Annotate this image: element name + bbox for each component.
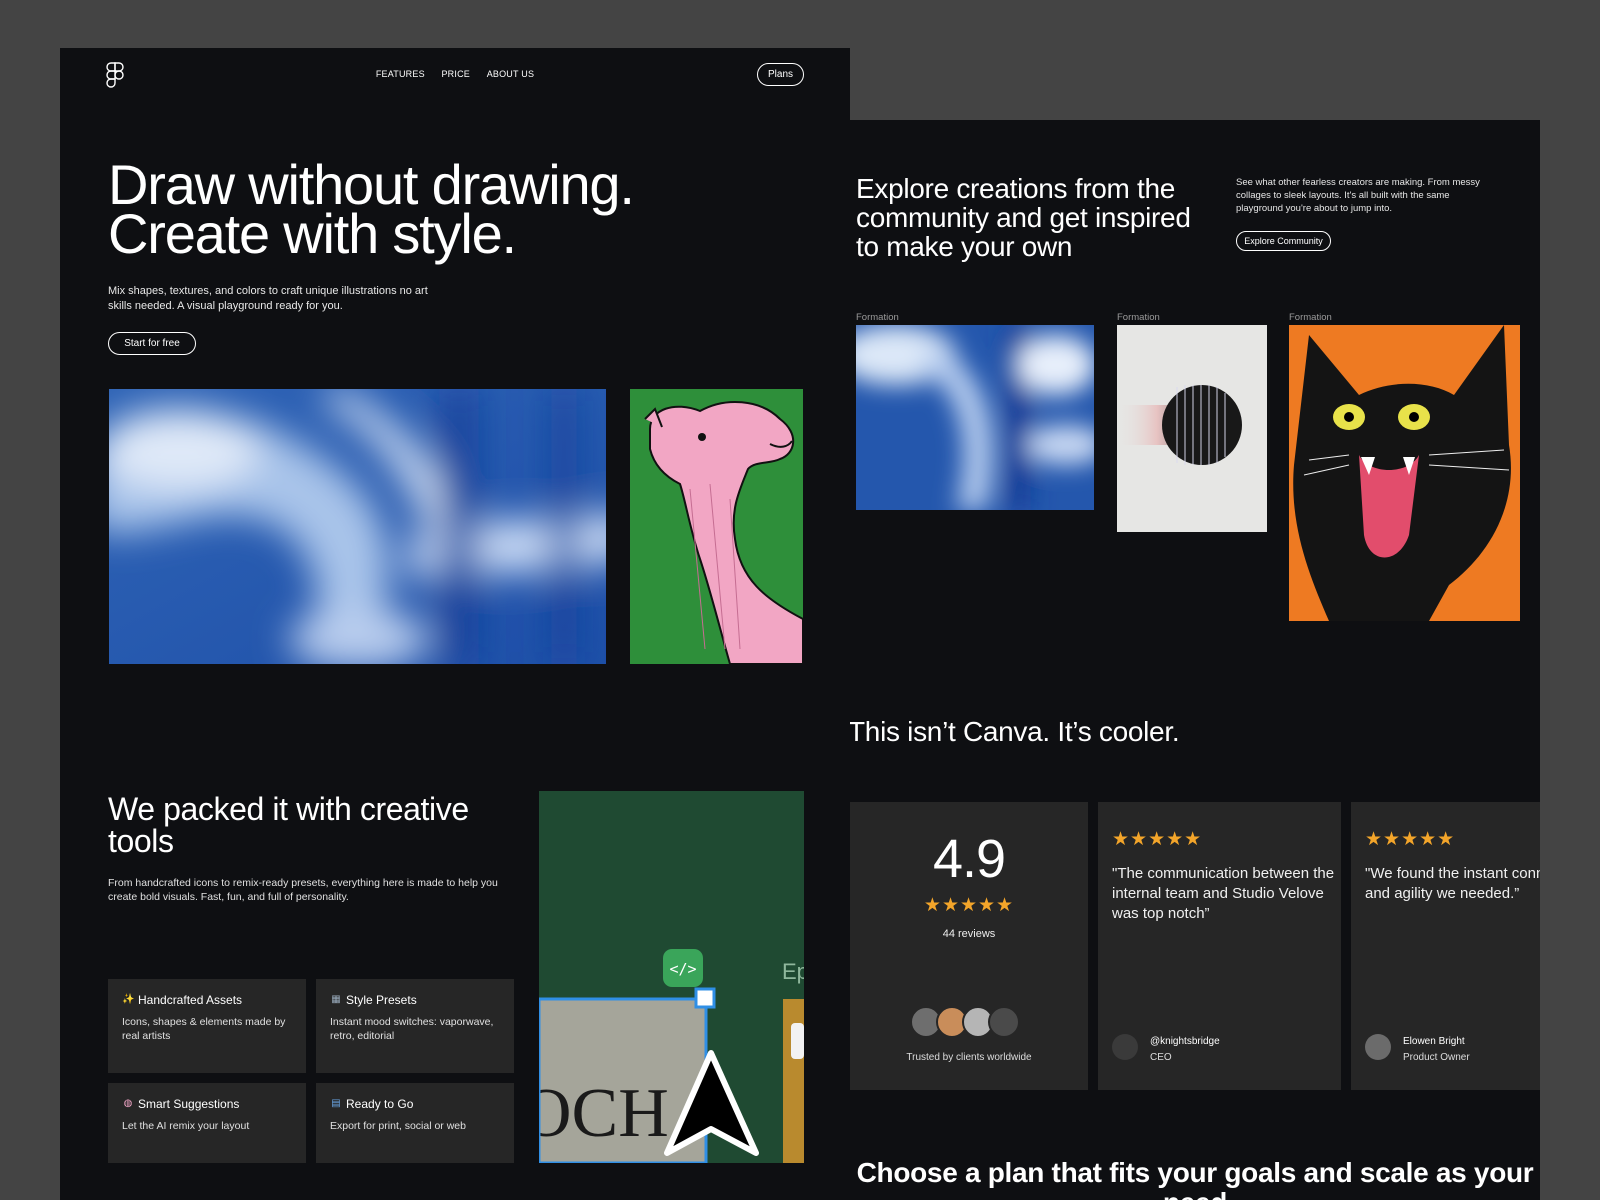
- demo-poster-text: OCH: [539, 1075, 669, 1152]
- demo-edge-text: Ep: [782, 959, 804, 984]
- feature-card-handcrafted-assets: ✨ Handcrafted Assets Icons, shapes & elem…: [108, 979, 306, 1073]
- rating-summary-card: 4.9 ★★★★★ 44 reviews Trusted by clients …: [850, 802, 1088, 1090]
- hero-title-line2: Create with style.: [108, 202, 517, 265]
- feature-title: Handcrafted Assets: [138, 993, 243, 1007]
- start-for-free-button[interactable]: Start for free: [108, 332, 196, 355]
- brain-icon: ◍: [123, 1098, 133, 1109]
- grid-icon: ▦: [331, 994, 341, 1005]
- gallery-abstract-blue-image[interactable]: [856, 325, 1094, 510]
- gallery-caption: Formation: [1289, 312, 1332, 323]
- feature-card-smart-suggestions: ◍ Smart Suggestions Let the AI remix your…: [108, 1083, 306, 1163]
- feature-description: Let the AI remix your layout: [122, 1120, 250, 1132]
- inbox-tray-icon: ▤: [331, 1098, 341, 1109]
- code-icon: </>: [669, 960, 696, 978]
- review-quote: "The communication between the internal …: [1112, 865, 1335, 922]
- avatar: [988, 1006, 1020, 1038]
- pricing-section-title: Choose a plan that fits your goals and s…: [856, 1157, 1534, 1200]
- packed-title: We packed it with creative tools: [108, 791, 469, 859]
- gallery-caption: Formation: [856, 312, 899, 323]
- review-card: ★★★★★ "The communication between the int…: [1098, 802, 1341, 1090]
- nav-features[interactable]: FEATURES: [376, 69, 425, 79]
- feature-card-style-presets: ▦ Style Presets Instant mood switches: va…: [316, 979, 514, 1073]
- star-rating-icon: ★★★★★: [923, 895, 1015, 916]
- review-card: ★★★★★ "We found the instant connection a…: [1351, 802, 1540, 1090]
- avatar: [1365, 1034, 1391, 1060]
- feature-card-ready-to-go: ▤ Ready to Go Export for print, social or…: [316, 1083, 514, 1163]
- gallery-caption: Formation: [1117, 312, 1160, 323]
- nav-price[interactable]: PRICE: [441, 69, 470, 79]
- hero-title: Draw without drawing. Create with style.: [108, 157, 808, 262]
- nav-about-us[interactable]: ABOUT US: [487, 69, 534, 79]
- star-rating-icon: ★★★★★: [1112, 829, 1203, 850]
- star-rating-icon: ★★★★★: [1365, 829, 1456, 850]
- landing-page-left: FEATURES PRICE ABOUT US Plans Draw witho…: [60, 48, 850, 1200]
- pink-camel-illustration: [630, 389, 803, 664]
- feature-title: Smart Suggestions: [138, 1097, 240, 1111]
- reviewer-name: @knightsbridge: [1150, 1036, 1220, 1047]
- explore-community-button[interactable]: Explore Community: [1236, 231, 1331, 251]
- avatar-stack: [910, 1006, 1020, 1038]
- gallery-chrome-sphere-image[interactable]: [1117, 325, 1267, 532]
- hero-abstract-blue-image: [109, 389, 606, 664]
- explore-description: See what other fearless creators are mak…: [1236, 177, 1480, 214]
- feature-description: Instant mood switches: vaporwave, retro,…: [330, 1016, 494, 1042]
- review-count: 44 reviews: [942, 928, 996, 940]
- review-quote: "We found the instant connection and agi…: [1365, 865, 1540, 902]
- reviewer-name: Elowen Bright: [1403, 1036, 1465, 1047]
- trusted-caption: Trusted by clients worldwide: [906, 1052, 1032, 1063]
- reviewer-role: Product Owner: [1403, 1052, 1470, 1063]
- plans-button[interactable]: Plans: [757, 63, 804, 86]
- feature-description: Icons, shapes & elements made by real ar…: [122, 1016, 286, 1042]
- editor-demo-preview: Ep OCH </>: [539, 791, 804, 1163]
- packed-description: From handcrafted icons to remix-ready pr…: [108, 877, 498, 903]
- section-title-cooler: This isn’t Canva. It’s cooler.: [850, 716, 1180, 747]
- feature-title: Style Presets: [346, 993, 417, 1007]
- feature-title: Ready to Go: [346, 1097, 414, 1111]
- explore-title: Explore creations from the community and…: [856, 173, 1191, 262]
- sparkles-icon: ✨: [122, 994, 135, 1005]
- feature-description: Export for print, social or web: [330, 1120, 466, 1132]
- avatar: [1112, 1034, 1138, 1060]
- main-nav: FEATURES PRICE ABOUT US: [60, 69, 850, 79]
- hero-description: Mix shapes, textures, and colors to craf…: [108, 285, 428, 312]
- gallery-black-cat-image[interactable]: [1289, 325, 1520, 621]
- landing-page-right: Explore creations from the community and…: [850, 120, 1540, 1200]
- reviewer-role: CEO: [1150, 1052, 1172, 1063]
- rating-value: 4.9: [932, 829, 1006, 889]
